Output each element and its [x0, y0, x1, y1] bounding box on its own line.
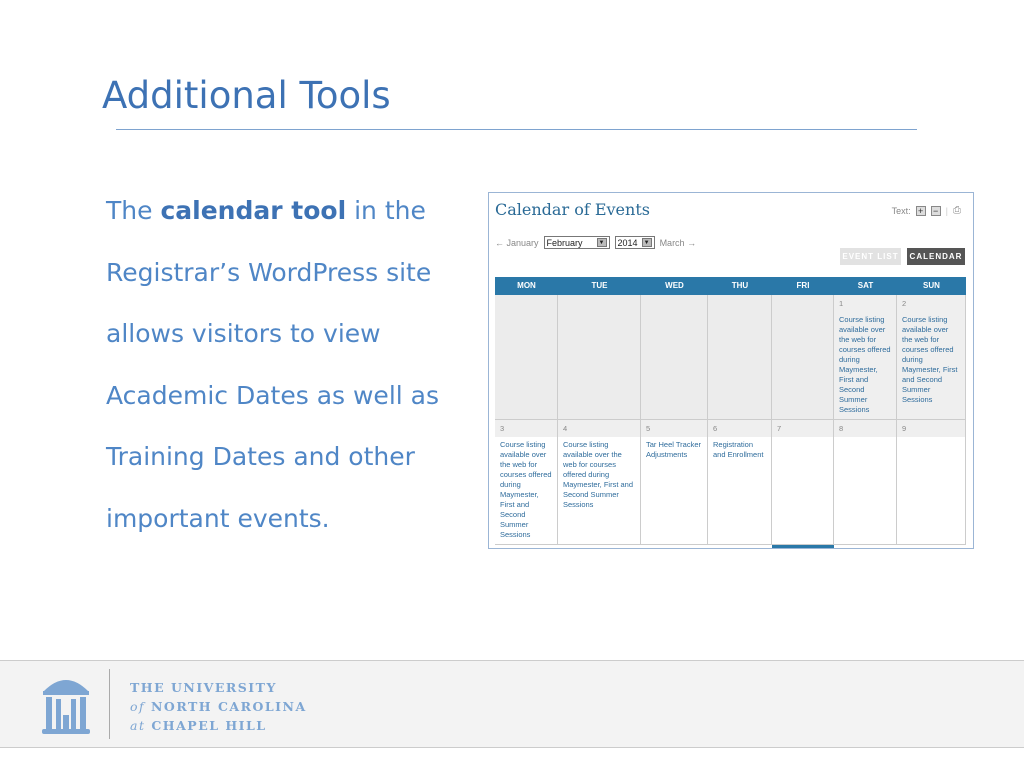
- body-text: The: [106, 196, 161, 225]
- wordmark-line: THE UNIVERSITY: [130, 680, 277, 695]
- day-number: 5: [641, 420, 707, 437]
- prev-month-link[interactable]: ← January: [495, 238, 539, 248]
- calendar-title: Calendar of Events: [495, 200, 650, 219]
- day-number: 7: [772, 420, 833, 437]
- weekday-sat: SAT: [857, 281, 874, 290]
- slide-title: Additional Tools: [102, 74, 391, 117]
- wordmark-of: of: [130, 699, 146, 714]
- increase-text-icon[interactable]: +: [915, 205, 926, 216]
- day-number: 3: [495, 420, 557, 437]
- calendar-day-cell[interactable]: 6 Registration and Enrollment: [708, 420, 772, 544]
- calendar-day-cell[interactable]: 4 Course listing available over the web f…: [558, 420, 641, 544]
- calendar-day-cell[interactable]: 9: [897, 420, 966, 544]
- weekday-wed: WED: [665, 281, 684, 290]
- text-size-controls: Text: + − | ⎙: [892, 205, 961, 216]
- logo-divider: [109, 669, 110, 739]
- event-link[interactable]: Registration and Enrollment: [713, 440, 766, 460]
- weekday-header: MON TUE WED THU FRI SAT SUN: [495, 277, 966, 295]
- chevron-down-icon: ▼: [596, 238, 607, 247]
- event-link[interactable]: Tar Heel Tracker Adjustments: [646, 440, 702, 460]
- weekday-fri: FRI: [796, 281, 810, 290]
- calendar-week-row: 3 Course listing available over the web f…: [495, 420, 966, 545]
- event-link[interactable]: Course listing available over the web fo…: [839, 315, 891, 415]
- text-label: Text:: [891, 205, 911, 216]
- university-wordmark: THE UNIVERSITY of NORTH CAROLINA at CHAP…: [130, 678, 307, 735]
- weekday-tue: TUE: [591, 281, 608, 290]
- calendar-day-cell[interactable]: 5 Tar Heel Tracker Adjustments: [641, 420, 708, 544]
- footer-band: THE UNIVERSITY of NORTH CAROLINA at CHAP…: [0, 660, 1024, 748]
- day-number: 4: [558, 420, 640, 437]
- event-link[interactable]: Course listing available over the web fo…: [563, 440, 635, 510]
- scroll-indicator: [772, 545, 834, 548]
- month-select[interactable]: February ▼: [543, 236, 610, 249]
- next-month-link[interactable]: March →: [660, 238, 697, 248]
- wordmark-at: at: [130, 718, 146, 733]
- event-link[interactable]: Course listing available over the web fo…: [902, 315, 960, 405]
- day-number: 6: [708, 420, 771, 437]
- old-well-logo-icon: [42, 680, 90, 734]
- month-nav: ← January February ▼ 2014 ▼ March →: [495, 236, 696, 249]
- day-number: 8: [834, 420, 896, 437]
- calendar-day-cell[interactable]: 8: [834, 420, 897, 544]
- year-value: 2014: [617, 237, 638, 248]
- year-select[interactable]: 2014 ▼: [614, 236, 655, 249]
- weekday-sun: SUN: [923, 281, 940, 290]
- day-number: 9: [897, 420, 965, 437]
- calendar-day-cell[interactable]: 7: [772, 420, 834, 544]
- body-text: in the Registrar’s WordPress site allows…: [106, 196, 439, 533]
- calendar-day-cell[interactable]: 3 Course listing available over the web f…: [495, 420, 558, 544]
- calendar-day-cell[interactable]: [641, 295, 708, 419]
- print-icon[interactable]: ⎙: [953, 205, 961, 216]
- calendar-day-cell[interactable]: [495, 295, 558, 419]
- body-bold-text: calendar tool: [160, 196, 347, 225]
- calendar-day-cell[interactable]: 2 Course listing available over the web f…: [897, 295, 966, 419]
- day-number: 2: [897, 295, 965, 312]
- separator: |: [945, 205, 948, 216]
- slide-body: The calendar tool in the Registrar’s Wor…: [106, 180, 486, 550]
- event-list-button[interactable]: EVENT LIST: [840, 248, 901, 265]
- calendar-day-cell[interactable]: 1 Course listing available over the web f…: [834, 295, 897, 419]
- month-value: February: [546, 237, 583, 248]
- calendar-week-row: 1 Course listing available over the web f…: [495, 295, 966, 420]
- chevron-down-icon: ▼: [641, 238, 652, 247]
- event-link[interactable]: Course listing available over the web fo…: [500, 440, 552, 540]
- calendar-day-cell[interactable]: [708, 295, 772, 419]
- calendar-grid: MON TUE WED THU FRI SAT SUN 1 Course listing av…: [495, 277, 966, 545]
- calendar-day-cell[interactable]: [558, 295, 641, 419]
- weekday-thu: THU: [731, 281, 749, 290]
- decrease-text-icon[interactable]: −: [930, 205, 941, 216]
- calendar-day-cell[interactable]: [772, 295, 834, 419]
- weekday-mon: MON: [517, 281, 536, 290]
- calendar-button[interactable]: CALENDAR: [907, 248, 965, 265]
- wordmark-line: NORTH CAROLINA: [145, 699, 307, 714]
- wordmark-line: CHAPEL HILL: [145, 718, 267, 733]
- day-number: 1: [834, 295, 896, 312]
- calendar-screenshot: Calendar of Events Text: + − | ⎙ ← Janua…: [488, 192, 974, 549]
- title-divider: [116, 129, 917, 130]
